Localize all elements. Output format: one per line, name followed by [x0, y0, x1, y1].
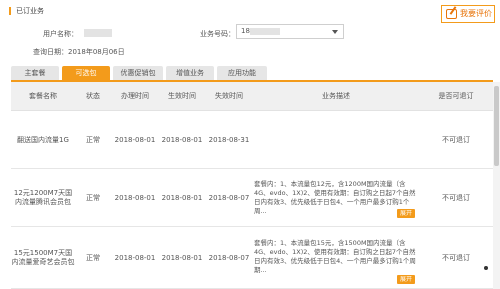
col-expire-time: 失效时间 — [215, 92, 243, 100]
table-row: 12元1200M7天国内流量腾讯会员包 正常 2018-08-01 2018-0… — [11, 169, 493, 227]
page-title: 已订业务 — [9, 7, 44, 15]
expand-button[interactable]: 展开 — [397, 275, 415, 284]
row-description: 套餐内：1、本流量包12元，含1200M国内流量（含4G、evdo、1X)2、使… — [254, 180, 416, 215]
row-status: 正常 — [86, 253, 100, 262]
row-effective-time: 2018-08-01 — [161, 135, 203, 144]
row-package-name: 12元1200M7天国内流量腾讯会员包 — [13, 189, 73, 206]
table-header: 套餐名称 状态 办理时间 生效时间 失效时间 业务描述 是否可退订 — [11, 82, 493, 111]
business-number-masked — [250, 28, 280, 35]
row-status: 正常 — [86, 193, 100, 202]
row-expire-time: 2018-08-31 — [208, 135, 250, 144]
row-package-name: 15元1500M7天国内流量爱奇艺会员包 — [11, 249, 75, 266]
row-cancellable: 不可退订 — [442, 193, 470, 202]
col-status: 状态 — [86, 92, 100, 100]
review-button[interactable]: 我要评价 — [441, 5, 495, 23]
tab-optional-package[interactable]: 可选包 — [62, 66, 110, 80]
business-number-value: 18 — [241, 27, 250, 35]
row-description: 套餐内：1、本流量包15元，含1500M国内流量（含4G、evdo、1X)2、使… — [254, 239, 416, 274]
row-cancellable: 不可退订 — [442, 253, 470, 262]
row-effective-time: 2018-08-01 — [161, 253, 203, 262]
vertical-scrollbar[interactable] — [493, 82, 500, 289]
tab-app-functions[interactable]: 应用功能 — [217, 66, 267, 80]
row-cancellable: 不可退订 — [442, 135, 470, 144]
chevron-down-icon — [332, 30, 338, 34]
tab-main-package[interactable]: 主套餐 — [11, 66, 59, 80]
table-row: 15元1500M7天国内流量爱奇艺会员包 正常 2018-08-01 2018-… — [11, 227, 493, 289]
row-effective-time: 2018-08-01 — [161, 193, 203, 202]
row-apply-time: 2018-08-01 — [114, 193, 156, 202]
col-cancellable: 是否可退订 — [438, 92, 474, 100]
row-expire-time: 2018-08-07 — [208, 193, 250, 202]
table-row: 翻送国内流量1G 正常 2018-08-01 2018-08-01 2018-0… — [11, 111, 493, 169]
row-expire-time: 2018-08-07 — [208, 253, 250, 262]
user-name-label: 用户名称： — [43, 30, 78, 38]
tab-promotion-package[interactable]: 优惠促销包 — [113, 66, 163, 80]
row-apply-time: 2018-08-01 — [114, 135, 156, 144]
cursor-dot — [484, 266, 488, 270]
review-button-label: 我要评价 — [460, 9, 492, 18]
row-package-name: 翻送国内流量1G — [17, 135, 69, 144]
query-date-label: 查询日期： — [33, 48, 68, 56]
col-apply-time: 办理时间 — [121, 92, 149, 100]
col-effective-time: 生效时间 — [168, 92, 196, 100]
edit-icon — [446, 9, 457, 19]
expand-button[interactable]: 展开 — [397, 209, 415, 218]
col-package-name: 套餐名称 — [29, 92, 57, 100]
col-description: 业务描述 — [322, 92, 350, 100]
query-date-value: 2018年08月06日 — [68, 48, 125, 56]
row-apply-time: 2018-08-01 — [114, 253, 156, 262]
tab-value-added[interactable]: 增值业务 — [166, 66, 214, 80]
business-number-select[interactable]: 18 — [236, 24, 344, 39]
business-number-label: 业务号码： — [200, 30, 235, 38]
user-name-masked — [84, 29, 112, 37]
scrollbar-thumb[interactable] — [494, 86, 499, 166]
query-date: 查询日期：2018年08月06日 — [33, 47, 125, 57]
page-header: 已订业务 我要评价 — [0, 0, 500, 26]
row-status: 正常 — [86, 135, 100, 144]
